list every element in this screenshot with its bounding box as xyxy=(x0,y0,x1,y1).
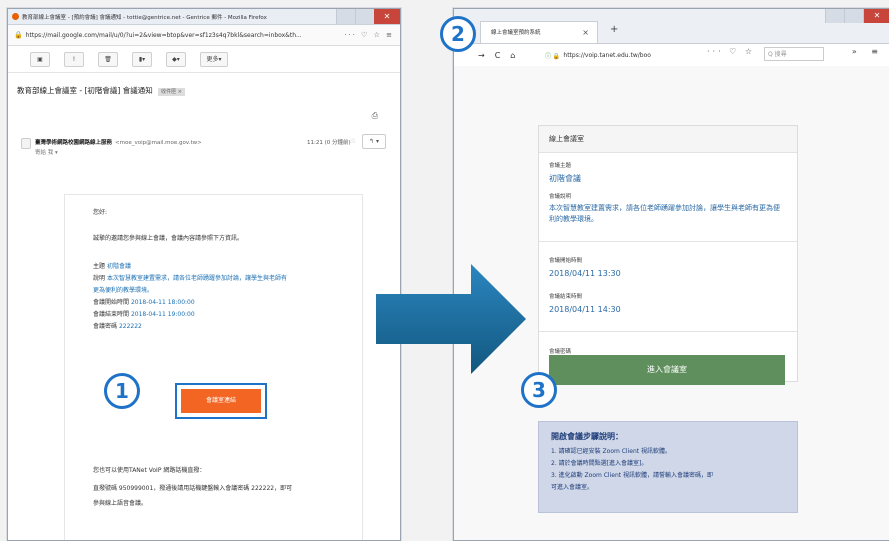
desc-value-r: 本次智慧教室建置需求，請各位老師踴躍參加討論，讓學生與老師有更為便利的教學環境。 xyxy=(549,204,780,223)
desc-label-r: 會議說明 xyxy=(549,194,572,200)
right-maximize-button[interactable] xyxy=(844,9,863,23)
overflow-icon[interactable]: » ≡ xyxy=(852,47,884,56)
sender-row: 臺灣學術網路校園網路線上服務 <moe_voip@mail.moe.gov.tw>… xyxy=(21,134,397,158)
pw-value: 222222 xyxy=(118,323,142,330)
labels-button[interactable]: ◆▾ xyxy=(166,51,186,67)
step-3b: 可進入會議室。 xyxy=(551,484,594,491)
end-label: 會議結束時間 xyxy=(93,311,130,318)
start-label-r: 會議開始時間 xyxy=(549,258,583,264)
left-url-bar[interactable]: 🔒 https://mail.google.com/mail/u/0/?ui=2… xyxy=(8,25,400,46)
topic-line: 主題 初階會議 xyxy=(93,261,131,270)
footer-line-2: 直撥號碼 950999001，撥通後請用話機鍵盤輸入會議密碼 222222，即可 xyxy=(93,485,293,492)
card-header: 線上會議室 xyxy=(539,126,797,153)
print-icon[interactable]: ⎙ xyxy=(372,111,378,121)
lock-icon: 🔒 xyxy=(14,31,23,39)
right-lock-icon: ⓘ 🔒 xyxy=(545,52,561,60)
steps-title: 開啟會議步驟說明： xyxy=(551,432,623,441)
more-button[interactable]: 更多▾ xyxy=(200,51,228,67)
right-minimize-button[interactable] xyxy=(825,9,844,23)
left-url-text: https://mail.google.com/mail/u/0/?ui=2&v… xyxy=(25,31,302,39)
home-icon[interactable]: ⌂ xyxy=(510,51,515,60)
tab-strip: 線上會議室預約系統 × + ✕ xyxy=(454,9,889,44)
divider-2 xyxy=(539,331,797,332)
maximize-button[interactable] xyxy=(355,9,374,24)
gmail-window: 教育部線上會議室 - [預約會議] 會議通知 - tottie@gentrice… xyxy=(7,8,401,541)
end-value-r: 2018/04/11 14:30 xyxy=(549,305,621,314)
archive-button[interactable]: ▣ xyxy=(30,51,50,67)
delete-button[interactable]: 🗑 xyxy=(98,51,118,67)
email-time: 11:21 (0 分鐘前) xyxy=(307,140,351,146)
start-value: 2018-04-11 18:00:00 xyxy=(130,299,195,306)
url-tools[interactable]: ··· ♡ ☆ ≡ xyxy=(344,31,394,39)
desc-value-1: 本次智慧教室建置需求，請各位老師踴躍參加討論，讓學生與老師有 xyxy=(106,275,287,282)
star-icon[interactable]: ☆ xyxy=(350,137,356,145)
step-1: 1. 請確認已經安裝 Zoom Client 視訊軟體。 xyxy=(551,448,672,455)
steps-box: 開啟會議步驟說明： 1. 請確認已經安裝 Zoom Client 視訊軟體。 2… xyxy=(538,421,798,513)
right-arrow-icon xyxy=(376,264,526,374)
step-badge-3: 3 xyxy=(521,372,557,408)
intro-text: 誠摯的邀請您參與線上會議，會議內容請參照下方資訊。 xyxy=(93,235,244,242)
spam-button[interactable]: ! xyxy=(64,51,84,67)
firefox-icon xyxy=(12,13,19,20)
email-subject: 教育部線上會議室 - [初階會議] 會議通知 收件匣 × xyxy=(17,85,185,96)
sender-name-text: 臺灣學術網路校園網路線上服務 xyxy=(35,140,113,146)
right-url-text: https://voip.tanet.edu.tw/boo xyxy=(563,51,651,59)
sender-avatar xyxy=(21,138,31,149)
recipient-text[interactable]: 寄給 我 ▾ xyxy=(35,148,58,156)
pw-line: 會議密碼 222222 xyxy=(93,321,142,330)
tab-title: 線上會議室預約系統 xyxy=(491,30,541,36)
gmail-toolbar: ▣ ! 🗑 ▮▾ ◆▾ 更多▾ xyxy=(8,46,400,73)
end-line: 會議結束時間 2018-04-11 19:00:00 xyxy=(93,309,195,318)
topic-label: 主題 xyxy=(93,263,106,270)
step-2: 2. 請於會議時間點選[進入會議室]。 xyxy=(551,460,648,467)
right-close-button[interactable]: ✕ xyxy=(863,9,889,23)
start-value-r: 2018/04/11 13:30 xyxy=(549,269,621,278)
sender-name: 臺灣學術網路校園網路線上服務 <moe_voip@mail.moe.gov.tw> xyxy=(35,138,202,146)
pw-label: 會議密碼 xyxy=(93,323,118,330)
step-3a: 3. 進化啟動 Zoom Client 視訊軟體，請誓輸入會議密碼，即 xyxy=(551,472,714,479)
pw-label-r: 會議密碼 xyxy=(549,349,572,355)
reload-icon[interactable]: C xyxy=(495,51,501,60)
step-badge-2: 2 xyxy=(440,16,476,52)
sender-email: <moe_voip@mail.moe.gov.tw> xyxy=(115,140,202,146)
email-body-card: 您好: 誠摯的邀請您參與線上會議，會議內容請參照下方資訊。 主題 初階會議 說明… xyxy=(64,194,363,540)
divider-1 xyxy=(539,241,797,242)
right-url-tools[interactable]: ··· ♡ ☆ xyxy=(707,47,755,56)
desc-value-2: 更為便利的教學環境。 xyxy=(93,287,154,294)
subject-text: 教育部線上會議室 - [初階會議] 會議通知 xyxy=(17,86,153,95)
tab-close-icon[interactable]: × xyxy=(582,22,589,44)
desc-label: 說明 xyxy=(93,275,106,282)
tab-booking[interactable]: 線上會議室預約系統 × xyxy=(480,21,598,43)
minimize-button[interactable] xyxy=(336,9,355,24)
inbox-tag[interactable]: 收件匣 × xyxy=(158,88,185,96)
meeting-card: 線上會議室 會議主題 初階會議 會議說明 本次智慧教室建置需求，請各位老師踴躍參… xyxy=(538,125,798,385)
start-line: 會議開始時間 2018-04-11 18:00:00 xyxy=(93,297,195,306)
search-input[interactable]: Q 搜尋 xyxy=(764,47,824,61)
footer-line-3: 參與線上語音會議。 xyxy=(93,500,148,507)
end-value: 2018-04-11 19:00:00 xyxy=(130,311,195,318)
new-tab-icon[interactable]: + xyxy=(610,24,618,35)
step-badge-1: 1 xyxy=(104,373,140,409)
topic-value-r: 初階會議 xyxy=(549,174,581,183)
end-label-r: 會議結束時間 xyxy=(549,294,583,300)
meeting-room-link-button[interactable]: 會議室連結 xyxy=(181,389,261,413)
reply-button[interactable]: ↰ ▾ xyxy=(362,134,386,149)
left-window-title: 教育部線上會議室 - [預約會議] 會議通知 - tottie@gentrice… xyxy=(22,14,267,21)
footer-line-1: 您也可以使用TANet VoIP 網路話機直撥： xyxy=(93,467,206,474)
enter-meeting-button[interactable]: 進入會議室 xyxy=(549,355,785,385)
greeting: 您好: xyxy=(93,209,108,216)
topic-value: 初階會議 xyxy=(106,263,131,270)
left-titlebar: 教育部線上會議室 - [預約會議] 會議通知 - tottie@gentrice… xyxy=(8,9,400,25)
more-label: 更多 xyxy=(206,55,219,63)
topic-label-r: 會議主題 xyxy=(549,163,572,169)
start-label: 會議開始時間 xyxy=(93,299,130,306)
forward-icon[interactable]: → xyxy=(478,51,485,60)
desc-line-1: 說明 本次智慧教室建置需求，請各位老師踴躍參加討論，讓學生與老師有 xyxy=(93,273,287,282)
move-to-button[interactable]: ▮▾ xyxy=(132,51,152,67)
close-button[interactable]: ✕ xyxy=(374,9,400,24)
